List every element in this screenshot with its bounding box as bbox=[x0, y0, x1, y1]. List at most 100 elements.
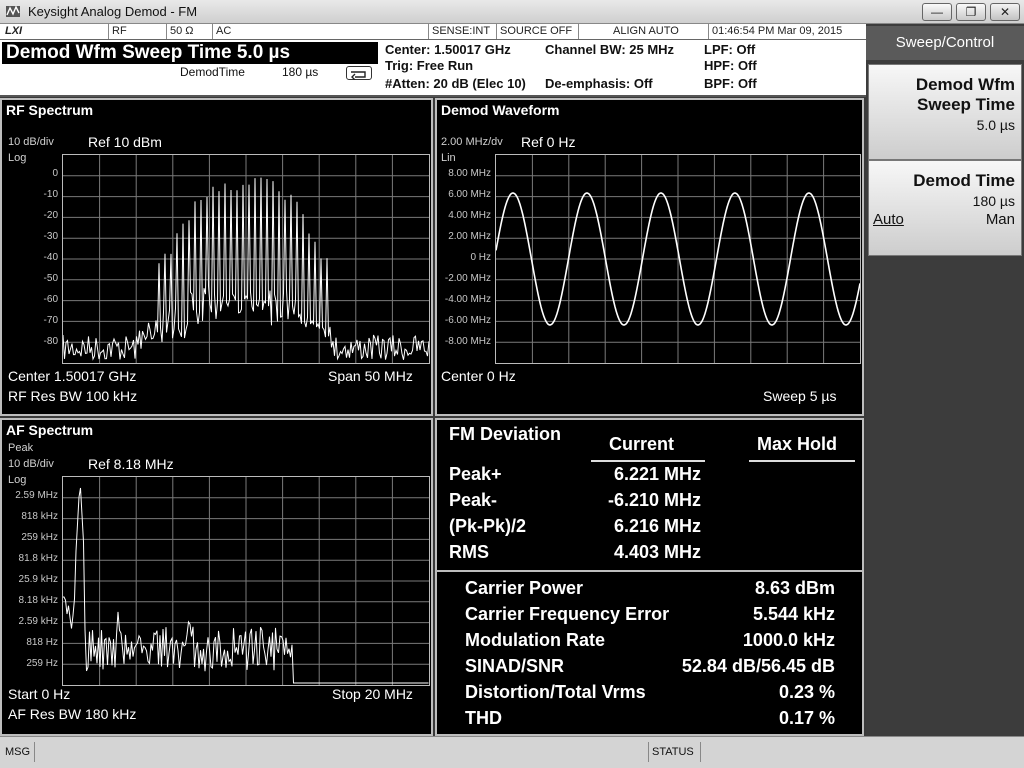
auto-option[interactable]: Auto bbox=[873, 211, 904, 228]
af-scale: 10 dB/div bbox=[8, 458, 54, 470]
app-logo-icon bbox=[6, 5, 20, 17]
return-icon[interactable] bbox=[346, 66, 372, 81]
de-emphasis: De-emphasis: Off bbox=[545, 76, 653, 91]
coupling-indicator: AC bbox=[212, 24, 278, 39]
demod-waveform-panel[interactable]: Demod Waveform 2.00 MHz/dv Ref 0 Hz Lin … bbox=[435, 98, 864, 416]
close-button[interactable]: ✕ bbox=[990, 3, 1020, 21]
demod-waveform-trace bbox=[496, 155, 860, 363]
y-axis-tick-label: 0 bbox=[52, 168, 58, 179]
softkey-menu: Sweep/Control Demod Wfm Sweep Time 5.0 µ… bbox=[866, 24, 1024, 736]
af-spectrum-panel[interactable]: AF Spectrum Peak 10 dB/div Ref 8.18 MHz … bbox=[0, 418, 433, 736]
y-axis-tick-label: -20 bbox=[43, 210, 58, 221]
measurement-header: Demod Wfm Sweep Time 5.0 µs DemodTime 18… bbox=[0, 40, 866, 97]
rf-res-bw: RF Res BW 100 kHz bbox=[8, 388, 138, 404]
y-axis-tick-label: 6.00 MHz bbox=[448, 189, 491, 200]
rf-scale-mode: Log bbox=[8, 152, 27, 164]
fm-row-label: RMS bbox=[449, 542, 489, 562]
af-scale-mode: Log bbox=[8, 474, 27, 486]
af-detector: Peak bbox=[8, 442, 34, 454]
metric-value: 52.84 dB/56.45 dB bbox=[681, 656, 835, 676]
demod-ref: Ref 0 Hz bbox=[521, 134, 576, 150]
metric-label: Carrier Power bbox=[465, 578, 584, 598]
y-axis-tick-label: 25.9 kHz bbox=[18, 574, 58, 585]
y-axis-tick-label: -60 bbox=[43, 294, 58, 305]
af-start: Start 0 Hz bbox=[8, 686, 71, 702]
y-axis-tick-label: -70 bbox=[43, 315, 58, 326]
impedance-indicator: 50 Ω bbox=[166, 24, 212, 39]
rf-ref-level: Ref 10 dBm bbox=[88, 134, 162, 150]
y-axis-tick-label: 81.8 kHz bbox=[18, 553, 58, 564]
metric-value: 5.544 kHz bbox=[752, 604, 835, 624]
status-area bbox=[700, 742, 1022, 762]
metric-label: Distortion/Total Vrms bbox=[465, 682, 646, 702]
demod-graticule bbox=[495, 154, 861, 364]
align-indicator: ALIGN AUTO bbox=[578, 24, 708, 39]
metric-value: 0.23 % bbox=[778, 682, 835, 702]
demod-center: Center 0 Hz bbox=[441, 368, 516, 384]
minimize-button[interactable]: — bbox=[922, 3, 952, 21]
fm-row-label: Peak+ bbox=[449, 464, 502, 484]
col-current-header: Current bbox=[609, 434, 675, 454]
softkey-value: 180 µs bbox=[972, 193, 1015, 209]
af-spectrum-graticule bbox=[62, 476, 430, 686]
title-bar: Keysight Analog Demod - FM — ❐ ✕ bbox=[0, 0, 1024, 24]
status-strip: LXI RF 50 Ω AC SENSE:INT SOURCE OFF ALIG… bbox=[0, 24, 866, 40]
fm-row-label: (Pk-Pk)/2 bbox=[449, 516, 527, 536]
y-axis-tick-label: -40 bbox=[43, 252, 58, 263]
msg-label: MSG bbox=[5, 746, 31, 758]
demod-time-softkey[interactable]: Demod Time 180 µs Auto Man bbox=[868, 160, 1022, 256]
section-divider bbox=[437, 570, 862, 572]
y-axis-tick-label: 818 kHz bbox=[21, 511, 58, 522]
softkey-value: 5.0 µs bbox=[976, 117, 1015, 133]
y-axis-tick-label: 2.59 MHz bbox=[15, 490, 58, 501]
demod-wfm-sweep-time-softkey[interactable]: Demod Wfm Sweep Time 5.0 µs bbox=[868, 64, 1022, 160]
center-frequency: Center: 1.50017 GHz bbox=[385, 42, 511, 57]
status-label: STATUS bbox=[648, 742, 700, 762]
rf-span: Span 50 MHz bbox=[328, 368, 413, 384]
af-stop: Stop 20 MHz bbox=[332, 686, 413, 702]
fm-results-panel[interactable]: FM Deviation Current Max Hold Peak+ 6.22… bbox=[435, 418, 864, 736]
demod-waveform-title: Demod Waveform bbox=[441, 102, 560, 118]
hpf-setting: HPF: Off bbox=[704, 58, 757, 73]
demod-scale-mode: Lin bbox=[441, 152, 456, 164]
softkey-label-line1: Demod Wfm bbox=[915, 75, 1015, 94]
demod-scale: 2.00 MHz/dv bbox=[441, 136, 503, 148]
demod-time-value: 180 µs bbox=[282, 65, 319, 79]
demod-sweep: Sweep 5 µs bbox=[763, 388, 837, 404]
rf-spectrum-title: RF Spectrum bbox=[6, 102, 94, 118]
attenuation: #Atten: 20 dB (Elec 10) bbox=[385, 76, 526, 91]
active-function-title: Demod Wfm Sweep Time 5.0 µs bbox=[2, 42, 378, 64]
current-underline bbox=[591, 460, 705, 462]
fm-deviation-title: FM Deviation bbox=[449, 424, 562, 444]
y-axis-tick-label: -30 bbox=[43, 231, 58, 242]
af-res-bw: AF Res BW 180 kHz bbox=[8, 706, 137, 722]
lpf-setting: LPF: Off bbox=[704, 42, 756, 57]
fm-row-current: -6.210 MHz bbox=[607, 490, 701, 510]
softkey-label-line2: Sweep Time bbox=[917, 95, 1015, 114]
y-axis-tick-label: -6.00 MHz bbox=[444, 315, 491, 326]
restore-button[interactable]: ❐ bbox=[956, 3, 986, 21]
af-spectrum-title: AF Spectrum bbox=[6, 422, 94, 438]
metric-label: THD bbox=[465, 708, 502, 728]
metric-label: Modulation Rate bbox=[465, 630, 605, 650]
softkey-menu-title: Sweep/Control bbox=[866, 26, 1024, 60]
datetime: 01:46:54 PM Mar 09, 2015 bbox=[708, 24, 866, 39]
fm-row-label: Peak- bbox=[449, 490, 498, 510]
metric-value: 1000.0 kHz bbox=[742, 630, 835, 650]
af-ref: Ref 8.18 MHz bbox=[88, 456, 174, 472]
bottom-status-bar: MSG STATUS bbox=[0, 736, 1024, 768]
y-axis-tick-label: -10 bbox=[43, 189, 58, 200]
window-title: Keysight Analog Demod - FM bbox=[28, 4, 198, 19]
bpf-setting: BPF: Off bbox=[704, 76, 757, 91]
fm-row-current: 4.403 MHz bbox=[613, 542, 701, 562]
y-axis-tick-label: 0 Hz bbox=[470, 252, 491, 263]
demod-time-label: DemodTime bbox=[180, 65, 245, 79]
y-axis-tick-label: 2.00 MHz bbox=[448, 231, 491, 242]
rf-spectrum-panel[interactable]: RF Spectrum 10 dB/div Ref 10 dBm Log 0 -1… bbox=[0, 98, 433, 416]
rf-spectrum-graticule bbox=[62, 154, 430, 364]
metric-value: 0.17 % bbox=[778, 708, 835, 728]
sense-indicator: SENSE:INT bbox=[428, 24, 496, 39]
source-indicator: SOURCE OFF bbox=[496, 24, 578, 39]
man-option[interactable]: Man bbox=[986, 211, 1015, 228]
y-axis-tick-label: 4.00 MHz bbox=[448, 210, 491, 221]
